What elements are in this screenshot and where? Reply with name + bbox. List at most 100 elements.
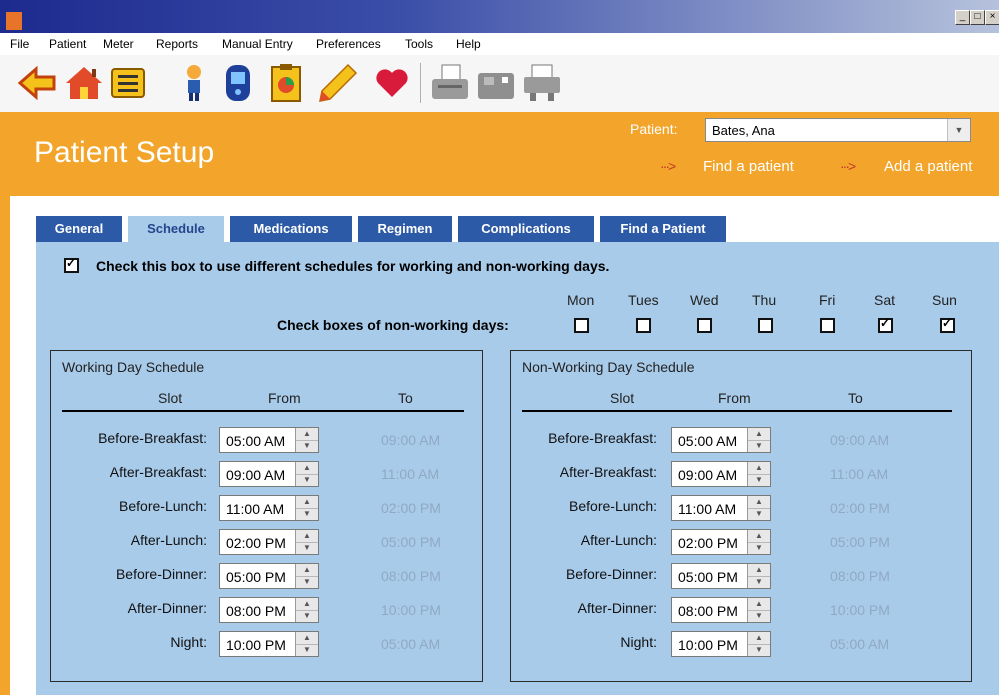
working-from-time-stepper[interactable]: 09:00 AM ▲ ▼ — [219, 461, 319, 487]
spinner-control: ▲ ▼ — [295, 632, 318, 656]
different-schedules-checkbox[interactable]: ✓ — [64, 257, 79, 273]
checkbox-sat[interactable]: ✓ — [878, 316, 893, 333]
spin-down-icon[interactable]: ▼ — [296, 474, 318, 486]
spin-down-icon[interactable]: ▼ — [296, 542, 318, 554]
chevron-down-icon[interactable]: ▼ — [947, 119, 970, 141]
pencil-icon[interactable] — [318, 63, 358, 103]
spinner-control: ▲ ▼ — [295, 428, 318, 452]
working-slot-label: Night: — [170, 634, 207, 650]
nonworking-from-time-stepper[interactable]: 02:00 PM ▲ ▼ — [671, 529, 771, 555]
checkbox-wed[interactable] — [697, 318, 712, 333]
tab-medications[interactable]: Medications — [230, 216, 352, 242]
home-icon[interactable] — [64, 63, 104, 103]
checkbox-tues[interactable] — [636, 318, 651, 333]
toolbar-separator — [420, 63, 421, 103]
working-col-to: To — [398, 390, 413, 406]
working-from-time-value: 09:00 AM — [226, 467, 286, 483]
spin-down-icon[interactable]: ▼ — [748, 610, 770, 622]
tab-regimen[interactable]: Regimen — [358, 216, 452, 242]
menu-bar: File Patient Meter Reports Manual Entry … — [0, 33, 999, 55]
menu-reports[interactable]: Reports — [156, 37, 198, 51]
working-slot-label: After-Lunch: — [130, 532, 207, 548]
working-from-time-stepper[interactable]: 10:00 PM ▲ ▼ — [219, 631, 319, 657]
find-patient-link[interactable]: Find a patient — [703, 158, 794, 175]
spinner-control: ▲ ▼ — [747, 428, 770, 452]
minimize-button[interactable]: _ — [955, 10, 970, 25]
spin-down-icon[interactable]: ▼ — [748, 440, 770, 452]
check-icon: ✓ — [880, 316, 891, 330]
menu-preferences[interactable]: Preferences — [316, 37, 381, 51]
back-arrow-icon[interactable] — [17, 63, 58, 103]
left-edge-accent — [0, 112, 10, 695]
working-from-time-stepper[interactable]: 11:00 AM ▲ ▼ — [219, 495, 319, 521]
checkbox-thu[interactable] — [758, 318, 773, 333]
spinner-control: ▲ ▼ — [747, 462, 770, 486]
working-from-time-value: 05:00 PM — [226, 569, 286, 585]
nonworking-day-schedule-title: Non-Working Day Schedule — [522, 359, 695, 375]
menu-help[interactable]: Help — [456, 37, 481, 51]
menu-manual-entry[interactable]: Manual Entry — [222, 37, 293, 51]
spin-down-icon[interactable]: ▼ — [296, 610, 318, 622]
printer-icon[interactable] — [430, 63, 470, 103]
spin-down-icon[interactable]: ▼ — [748, 508, 770, 520]
different-schedules-label: Check this box to use different schedule… — [96, 258, 610, 274]
nonworking-from-time-stepper[interactable]: 11:00 AM ▲ ▼ — [671, 495, 771, 521]
patient-label: Patient: — [630, 121, 678, 137]
spin-down-icon[interactable]: ▼ — [296, 576, 318, 588]
tab-find-a-patient[interactable]: Find a Patient — [600, 216, 726, 242]
day-label-mon: Mon — [567, 292, 595, 308]
day-label-wed: Wed — [690, 292, 719, 308]
spinner-control: ▲ ▼ — [295, 530, 318, 554]
person-icon[interactable] — [174, 63, 214, 103]
tab-general[interactable]: General — [36, 216, 122, 242]
spin-down-icon[interactable]: ▼ — [296, 508, 318, 520]
working-slot-label: Before-Dinner: — [115, 566, 207, 582]
nonworking-from-time-stepper[interactable]: 05:00 PM ▲ ▼ — [671, 563, 771, 589]
checkbox-sun[interactable]: ✓ — [940, 317, 955, 333]
spin-down-icon[interactable]: ▼ — [748, 576, 770, 588]
tab-schedule[interactable]: Schedule — [128, 216, 224, 242]
patient-select[interactable]: Bates, Ana ▼ — [705, 118, 971, 142]
nonworking-to-time: 09:00 AM — [830, 432, 890, 448]
spin-down-icon[interactable]: ▼ — [748, 644, 770, 656]
nonworking-from-time-stepper[interactable]: 09:00 AM ▲ ▼ — [671, 461, 771, 487]
tab-complications[interactable]: Complications — [458, 216, 594, 242]
nonworking-days-label: Check boxes of non-working days: — [277, 317, 509, 333]
working-from-time-stepper[interactable]: 05:00 AM ▲ ▼ — [219, 427, 319, 453]
fax-icon[interactable] — [522, 63, 562, 103]
heart-icon[interactable] — [372, 63, 412, 103]
patient-list-icon[interactable] — [108, 63, 148, 103]
close-button[interactable]: × — [985, 10, 999, 25]
working-from-time-stepper[interactable]: 02:00 PM ▲ ▼ — [219, 529, 319, 555]
glucose-meter-icon[interactable] — [218, 63, 258, 103]
spinner-control: ▲ ▼ — [295, 598, 318, 622]
working-to-time: 10:00 PM — [381, 602, 441, 618]
window-title-bar — [0, 0, 999, 33]
nonworking-col-to: To — [848, 390, 863, 406]
menu-tools[interactable]: Tools — [405, 37, 433, 51]
menu-file[interactable]: File — [10, 37, 29, 51]
spin-down-icon[interactable]: ▼ — [748, 474, 770, 486]
spin-down-icon[interactable]: ▼ — [296, 644, 318, 656]
meter-cradle-icon[interactable] — [476, 63, 516, 103]
nonworking-from-time-stepper[interactable]: 08:00 PM ▲ ▼ — [671, 597, 771, 623]
working-header-divider — [62, 410, 464, 412]
add-patient-link[interactable]: Add a patient — [884, 158, 972, 175]
nonworking-from-time-stepper[interactable]: 10:00 PM ▲ ▼ — [671, 631, 771, 657]
working-day-schedule-title: Working Day Schedule — [62, 359, 205, 375]
maximize-button[interactable]: □ — [970, 10, 985, 25]
working-from-time-stepper[interactable]: 05:00 PM ▲ ▼ — [219, 563, 319, 589]
checkbox-mon[interactable] — [574, 318, 589, 333]
nonworking-from-time-value: 08:00 PM — [678, 603, 738, 619]
nonworking-col-from: From — [718, 390, 751, 406]
working-from-time-stepper[interactable]: 08:00 PM ▲ ▼ — [219, 597, 319, 623]
clipboard-chart-icon[interactable] — [266, 63, 306, 103]
menu-meter[interactable]: Meter — [103, 37, 134, 51]
checkbox-fri[interactable] — [820, 318, 835, 333]
spin-down-icon[interactable]: ▼ — [748, 542, 770, 554]
spin-down-icon[interactable]: ▼ — [296, 440, 318, 452]
app-icon — [6, 12, 22, 30]
nonworking-from-time-stepper[interactable]: 05:00 AM ▲ ▼ — [671, 427, 771, 453]
working-to-time: 05:00 PM — [381, 534, 441, 550]
menu-patient[interactable]: Patient — [49, 37, 86, 51]
